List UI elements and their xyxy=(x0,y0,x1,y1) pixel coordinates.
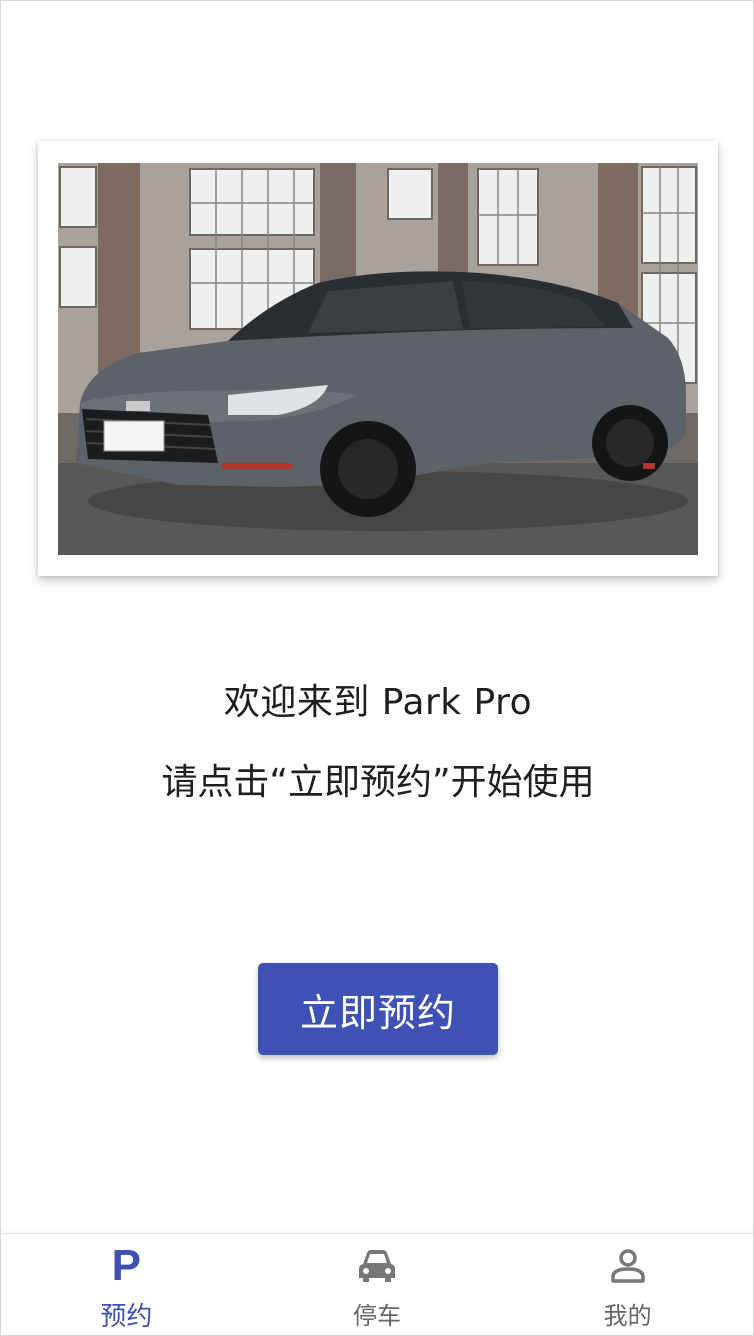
tab-mine-label: 我的 xyxy=(603,1302,652,1330)
bottom-tab-bar: P 预约 停车 我的 xyxy=(1,1233,753,1335)
hero-card xyxy=(38,141,718,576)
person-icon xyxy=(606,1244,650,1288)
welcome-title: 欢迎来到 Park Pro xyxy=(223,682,533,723)
tab-reserve[interactable]: P 预约 xyxy=(1,1234,252,1335)
welcome-hint: 请点击“立即预约”开始使用 xyxy=(161,762,595,803)
car-icon xyxy=(355,1244,399,1288)
car-photo xyxy=(58,163,698,555)
tab-mine[interactable]: 我的 xyxy=(502,1234,753,1335)
tab-parking[interactable]: 停车 xyxy=(252,1234,503,1335)
tab-parking-label: 停车 xyxy=(353,1302,401,1330)
app-screen: 欢迎来到 Park Pro 请点击“立即预约”开始使用 立即预约 P 预约 停车 xyxy=(0,0,754,1336)
parking-icon: P xyxy=(111,1241,141,1290)
tab-reserve-label: 预约 xyxy=(100,1302,153,1332)
reserve-now-button[interactable]: 立即预约 xyxy=(258,963,498,1055)
